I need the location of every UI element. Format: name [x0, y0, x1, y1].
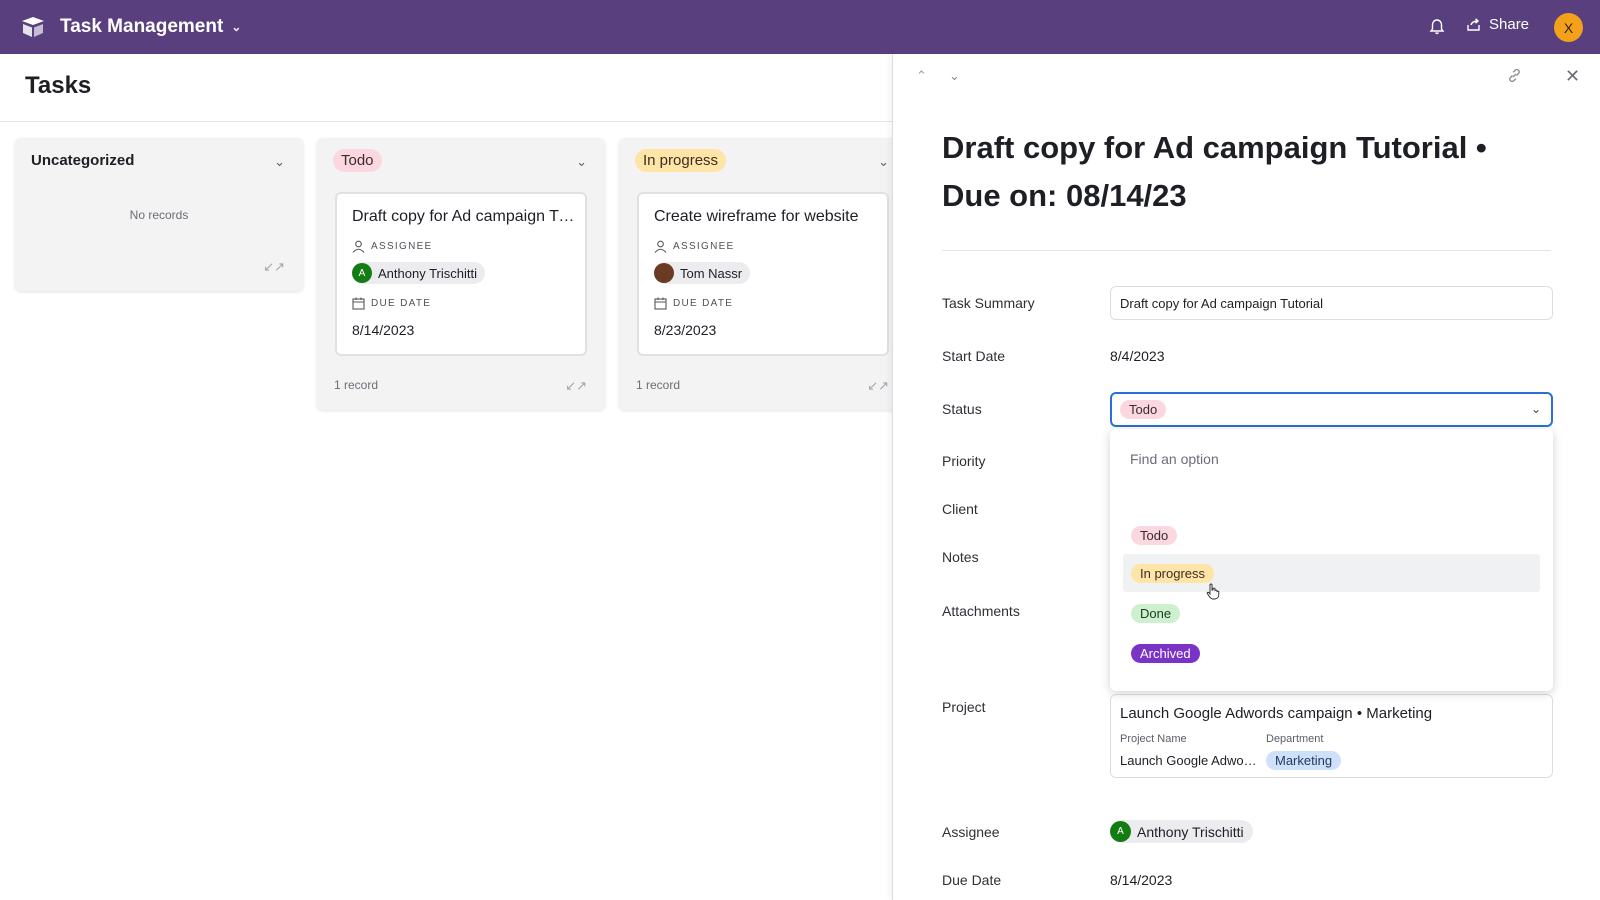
column-title: Todo [333, 149, 382, 172]
project-linked-record[interactable]: Launch Google Adwords campaign • Marketi… [1110, 694, 1553, 778]
link-icon[interactable] [1507, 68, 1522, 83]
person-icon [654, 240, 667, 253]
collapse-icon[interactable]: ↙↗ [565, 378, 587, 394]
chevron-down-icon[interactable]: ⌄ [949, 68, 960, 84]
hand-cursor-icon [1206, 583, 1220, 600]
page-title: Tasks [25, 72, 92, 99]
share-label: Share [1489, 16, 1530, 33]
divider [0, 121, 892, 122]
assignee-name: Anthony Trischitti [378, 265, 477, 281]
option-label: In progress [1131, 563, 1215, 583]
status-select[interactable]: Todo ⌄ [1110, 392, 1553, 427]
user-avatar[interactable]: X [1554, 13, 1583, 42]
option-done[interactable]: Done [1123, 594, 1540, 632]
assignee-chip: A Anthony Trischitti [352, 262, 485, 284]
base-title-menu[interactable]: Task Management ⌄ [60, 16, 241, 38]
field-label-task-summary: Task Summary [942, 295, 1035, 311]
share-button[interactable]: Share [1466, 16, 1529, 33]
option-label: Archived [1131, 643, 1200, 663]
due-date-label: DUE DATE [371, 298, 432, 309]
option-todo[interactable]: Todo [1123, 516, 1540, 554]
assignee-label: ASSIGNEE [673, 241, 735, 252]
avatar: A [1110, 821, 1131, 842]
assignee-chip: Tom Nassr [654, 262, 751, 284]
record-title: Draft copy for Ad campaign Tutorial • Du… [942, 130, 1487, 213]
collapse-icon[interactable]: ↙↗ [867, 378, 889, 394]
chevron-down-icon[interactable]: ⌄ [878, 154, 889, 170]
assignee-field-label: ASSIGNEE [654, 240, 735, 253]
chevron-down-icon[interactable]: ⌄ [274, 154, 285, 170]
card-title: Draft copy for Ad campaign Tutorial [352, 208, 577, 225]
base-title: Task Management [60, 16, 224, 37]
chevron-down-icon: ⌄ [1530, 402, 1541, 416]
status-dropdown-menu: Find an option Todo In progress Done Arc… [1110, 429, 1553, 691]
start-date-value[interactable]: 8/4/2023 [1110, 348, 1165, 364]
chevron-down-icon[interactable]: ⌄ [576, 154, 587, 170]
top-bar: Task Management ⌄ Share X [0, 0, 1600, 54]
department-value: Marketing [1266, 751, 1342, 770]
assignee-label: ASSIGNEE [371, 241, 433, 252]
due-date-value: 8/14/2023 [352, 322, 415, 338]
status-badge: Todo [333, 149, 382, 172]
status-badge: Todo [1120, 400, 1167, 419]
kanban-column-in-progress: In progress ⌄ Create wireframe for websi… [619, 138, 907, 410]
record-count: 1 record [636, 378, 681, 392]
kanban-column-todo: Todo ⌄ Draft copy for Ad campaign Tutori… [317, 138, 605, 410]
divider [942, 250, 1551, 251]
field-label-project: Project [942, 699, 986, 715]
due-date-field-label: DUE DATE [352, 297, 431, 310]
field-label-attachments: Attachments [942, 603, 1020, 619]
project-name-value: Launch Google Adwords campaign [1120, 753, 1258, 768]
option-in-progress[interactable]: In progress [1123, 554, 1540, 592]
field-label-priority: Priority [942, 453, 986, 469]
avatar: A [352, 263, 372, 283]
field-label-notes: Notes [942, 549, 979, 565]
avatar [654, 263, 674, 283]
calendar-icon [352, 297, 365, 310]
field-label-due-date: Due Date [942, 872, 1002, 888]
empty-state-text: No records [129, 208, 189, 222]
close-icon[interactable]: ✕ [1565, 66, 1580, 87]
calendar-icon [654, 297, 667, 310]
assignee-field-label: ASSIGNEE [352, 240, 433, 253]
chevron-up-icon[interactable]: ⌃ [916, 68, 927, 84]
person-icon [352, 240, 365, 253]
field-label-assignee: Assignee [942, 824, 1000, 840]
department-badge: Marketing [1266, 751, 1342, 770]
option-label: Done [1131, 603, 1181, 623]
collapse-icon[interactable]: ↙↗ [263, 259, 285, 275]
department-label: Department [1266, 733, 1324, 745]
option-archived[interactable]: Archived [1123, 634, 1540, 672]
kanban-column-uncategorized: Uncategorized ⌄ No records ↙↗ [15, 138, 303, 291]
column-title: Uncategorized [31, 152, 135, 169]
field-label-start-date: Start Date [942, 348, 1006, 364]
due-date-label: DUE DATE [673, 298, 734, 309]
status-badge: In progress [635, 149, 727, 172]
due-date-value[interactable]: 8/14/2023 [1110, 872, 1172, 888]
task-summary-field[interactable]: Draft copy for Ad campaign Tutorial [1110, 286, 1553, 320]
column-title: In progress [635, 149, 727, 172]
task-card[interactable]: Draft copy for Ad campaign Tutorial ASSI… [335, 192, 587, 356]
field-label-client: Client [942, 501, 978, 517]
record-count: 1 record [334, 378, 379, 392]
share-icon [1467, 17, 1480, 31]
task-card[interactable]: Create wireframe for website ASSIGNEE To… [637, 192, 889, 356]
assignee-name: Anthony Trischitti [1137, 823, 1244, 840]
due-date-field-label: DUE DATE [654, 297, 733, 310]
due-date-value: 8/23/2023 [654, 322, 717, 338]
card-title: Create wireframe for website [654, 208, 859, 225]
project-title: Launch Google Adwords campaign • Marketi… [1120, 705, 1433, 722]
option-label: Todo [1131, 525, 1178, 545]
chevron-down-icon: ⌄ [231, 20, 242, 34]
base-logo-icon[interactable] [20, 16, 46, 38]
assignee-name: Tom Nassr [680, 265, 743, 281]
bell-icon[interactable] [1428, 18, 1446, 36]
option-search-input[interactable]: Find an option [1130, 451, 1219, 467]
field-label-status: Status [942, 401, 982, 417]
record-detail-panel: ⌃ ⌄ ✕ Draft copy for Ad campaign Tutoria… [892, 54, 1600, 900]
assignee-chip[interactable]: A Anthony Trischitti [1110, 820, 1253, 843]
project-name-label: Project Name [1120, 733, 1187, 745]
